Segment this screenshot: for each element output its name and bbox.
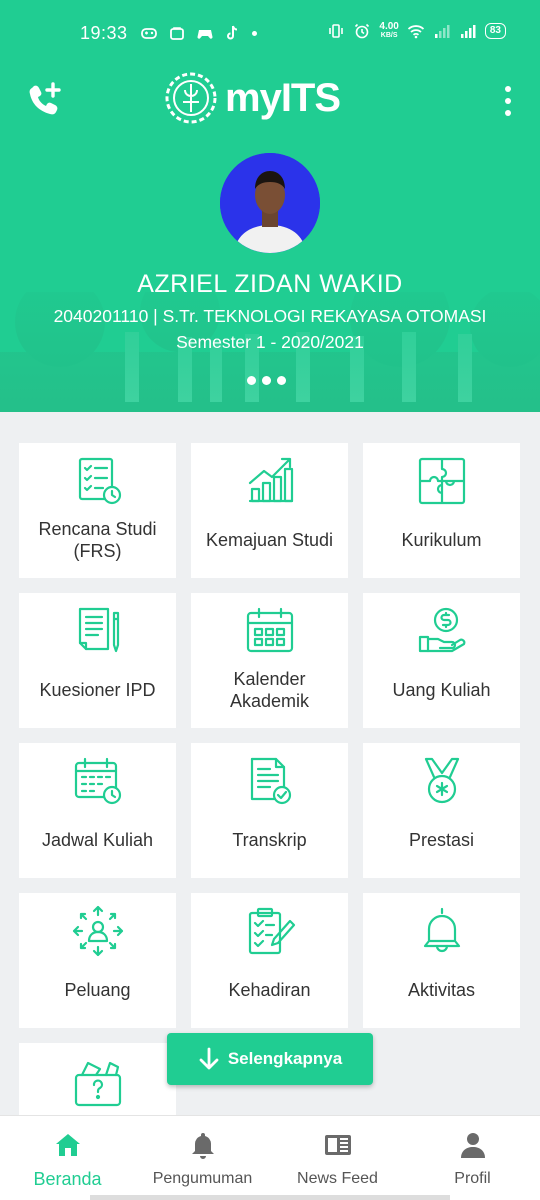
gamepad-icon: [197, 30, 213, 39]
menu-item-kuesioner-ipd[interactable]: Kuesioner IPD: [19, 593, 176, 728]
avatar[interactable]: [220, 153, 320, 253]
signal-icon-1: [434, 25, 450, 38]
menu-label: Kuesioner IPD: [39, 680, 156, 700]
system-icons: 4.00 KB/S 83: [327, 22, 506, 40]
menu-label: Peluang: [64, 980, 131, 1000]
nav-label: News Feed: [297, 1170, 378, 1187]
add-call-icon[interactable]: [26, 80, 66, 120]
its-emblem-icon: [165, 72, 217, 124]
bottom-navigation: Beranda Pengumuman News Feed Profil: [0, 1115, 540, 1200]
tiktok-icon: [227, 25, 238, 40]
home-icon: [55, 1134, 80, 1156]
document-pen-icon: [78, 607, 120, 653]
nav-news-feed[interactable]: News Feed: [270, 1116, 405, 1200]
status-time: 19:33: [80, 23, 128, 43]
nav-label: Pengumuman: [152, 1170, 253, 1187]
menu-item-kurikulum[interactable]: Kurikulum: [363, 443, 520, 578]
user-name: AZRIEL ZIDAN WAKID: [137, 270, 403, 298]
network-speed: 4.00 KB/S: [379, 22, 398, 40]
menu-label: Kurikulum: [401, 530, 482, 550]
speed-value: 4.00: [379, 21, 399, 32]
gesture-bar: [90, 1195, 450, 1200]
nav-beranda[interactable]: Beranda: [0, 1116, 135, 1200]
menu-item-transkrip[interactable]: Transkrip: [191, 743, 348, 878]
person-arrows-icon: [72, 905, 124, 957]
profile-photo: [220, 153, 320, 253]
shop-icon: [170, 27, 184, 40]
menu-label: Rencana Studi (FRS): [38, 519, 157, 561]
medal-icon: [424, 757, 460, 804]
semester-label: Semester 1 - 2020/2021: [176, 332, 364, 352]
selengkapnya-label: Selengkapnya: [227, 1049, 343, 1068]
menu-item-prestasi[interactable]: Prestasi: [363, 743, 520, 878]
menu-item-rencana-studi[interactable]: Rencana Studi (FRS): [19, 443, 176, 578]
speed-unit: KB/S: [380, 32, 398, 39]
wifi-icon: [407, 25, 424, 39]
calendar-icon: [246, 607, 294, 653]
vibrate-icon: [329, 24, 344, 38]
nav-profil[interactable]: Profil: [405, 1116, 540, 1200]
battery-indicator: 83: [484, 23, 506, 39]
checklist-clock-icon: [78, 457, 122, 505]
document-check-icon: [250, 757, 292, 805]
app-logo: myITS: [163, 70, 341, 126]
menu-item-peluang[interactable]: Peluang: [19, 893, 176, 1028]
game-controller-icon: [141, 28, 157, 39]
menu-label: Kehadiran: [228, 980, 311, 1000]
user-id-program: 2040201110 | S.Tr. TEKNOLOGI REKAYASA OT…: [53, 306, 487, 326]
menu-item-kemajuan-studi[interactable]: Kemajuan Studi: [191, 443, 348, 578]
money-hand-icon: [418, 607, 466, 653]
menu-label: Prestasi: [408, 830, 475, 850]
menu-label: Jadwal Kuliah: [41, 830, 154, 850]
app-name: myITS: [225, 75, 341, 120]
nav-label: Beranda: [33, 1169, 102, 1189]
arrow-down-icon: [199, 1047, 219, 1070]
carousel-indicator[interactable]: [247, 376, 286, 385]
menu-label: Kemajuan Studi: [205, 530, 334, 550]
menu-item-uang-kuliah[interactable]: Uang Kuliah: [363, 593, 520, 728]
menu-label: Aktivitas: [407, 980, 476, 1000]
menu-label: Transkrip: [232, 830, 307, 850]
person-icon: [460, 1133, 485, 1158]
notification-icons: [140, 24, 257, 42]
menu-label: Kalender Akademik: [229, 669, 310, 711]
bell-icon: [423, 907, 461, 953]
menu-item-kehadiran[interactable]: Kehadiran: [191, 893, 348, 1028]
puzzle-icon: [418, 457, 466, 505]
bell-icon: [191, 1133, 214, 1159]
profile-header: myITS AZRIEL ZIDAN WAKID 2040201110 | S.…: [0, 64, 540, 412]
menu-label: Uang Kuliah: [392, 680, 491, 700]
growth-chart-icon: [248, 457, 294, 503]
selengkapnya-button[interactable]: Selengkapnya: [167, 1033, 373, 1085]
menu-item-kalender-akademik[interactable]: Kalender Akademik: [191, 593, 348, 728]
more-notifications-dot: [252, 30, 257, 36]
signal-icon-2: [460, 25, 476, 38]
newspaper-icon: [324, 1135, 351, 1155]
clipboard-pen-icon: [248, 907, 296, 955]
nav-label: Profil: [454, 1170, 491, 1187]
alarm-icon: [355, 23, 370, 39]
menu-item-more[interactable]: [19, 1043, 176, 1115]
nav-pengumuman[interactable]: Pengumuman: [135, 1116, 270, 1200]
status-bar: 19:33 4.00 KB/S 83: [0, 0, 540, 64]
question-box-icon: [74, 1061, 122, 1107]
overflow-menu-icon[interactable]: [502, 86, 514, 116]
menu-item-jadwal-kuliah[interactable]: Jadwal Kuliah: [19, 743, 176, 878]
menu-item-aktivitas[interactable]: Aktivitas: [363, 893, 520, 1028]
calendar-clock-icon: [74, 757, 122, 805]
